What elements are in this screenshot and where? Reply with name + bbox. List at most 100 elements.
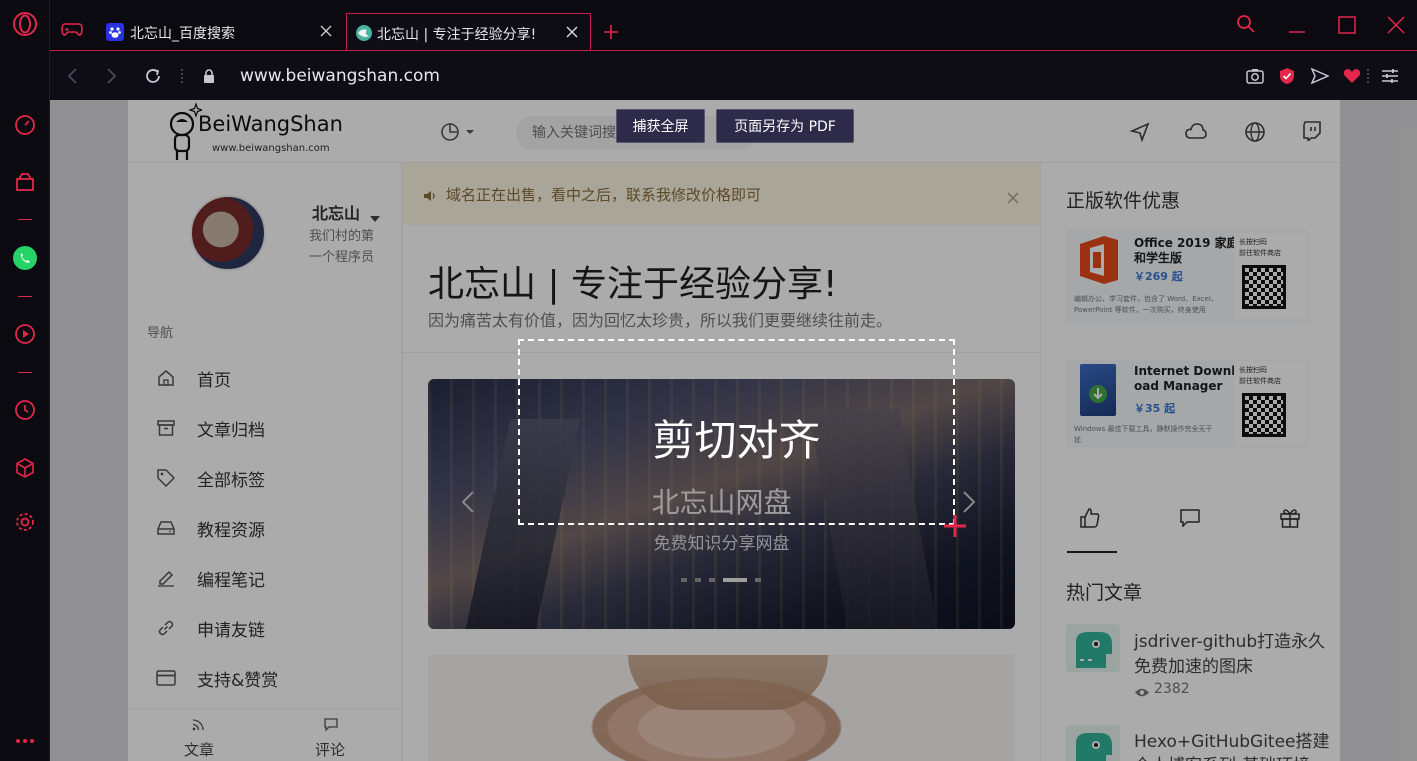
software-ad-office[interactable]: Office 2019 家庭 和学生版 ￥269 起 编辑办公、学习套件，包含了… (1066, 230, 1308, 323)
rss-icon (192, 716, 206, 731)
banner-next-chevron-icon[interactable] (963, 491, 977, 515)
web-page: BeiWangShan www.beiwangshan.com 捕获全屏 页面另… (50, 100, 1417, 761)
tab-search-icon[interactable] (1236, 14, 1258, 36)
ad-price: ￥35 起 (1134, 402, 1176, 415)
vpn-shield-icon[interactable] (1276, 65, 1298, 87)
nav-item-home[interactable]: 首页 (155, 363, 231, 393)
nav-item-resources[interactable]: 教程资源 (155, 513, 265, 543)
software-ad-idm[interactable]: Internet Downl- oad Manager ￥35 起 Window… (1066, 360, 1308, 447)
tab-baidu-search[interactable]: 北忘山_百度搜索 (96, 13, 344, 51)
tab-beiwangshan[interactable]: 北忘山 | 专注于经验分享! (346, 13, 591, 51)
gift-icon[interactable] (1280, 508, 1300, 528)
pencil-icon (155, 567, 177, 589)
software-heading: 正版软件优惠 (1066, 190, 1181, 212)
maximize-icon[interactable] (1338, 16, 1358, 36)
site-favicon-icon (355, 24, 373, 42)
save-as-pdf-button-overlay[interactable]: 页面另存为 PDF (716, 109, 854, 143)
address-bar (50, 50, 1417, 100)
qr-label-line1: 长按扫码 (1239, 238, 1267, 246)
post-card[interactable] (428, 655, 1015, 761)
gx-gamepad-icon[interactable] (60, 20, 86, 42)
nav-item-label: 申请友链 (197, 620, 265, 641)
toolbar-divider (1367, 69, 1369, 83)
whatsapp-icon[interactable] (11, 244, 39, 272)
player-icon[interactable] (11, 320, 39, 348)
sidebar-separator (18, 296, 32, 297)
minimize-icon[interactable] (1288, 20, 1308, 36)
thumbs-up-icon[interactable] (1080, 508, 1100, 528)
archive-clock-dropdown-icon[interactable] (440, 122, 480, 144)
forward-icon[interactable] (100, 65, 122, 87)
extensions-cube-icon[interactable] (11, 454, 39, 482)
bottom-tab-comments[interactable]: 评论 (315, 739, 345, 760)
navigation-arrow-icon[interactable] (1129, 122, 1152, 144)
profile-name[interactable]: 北忘山 (312, 200, 360, 224)
tab-bar: 北忘山_百度搜索 北忘山 | 专注于经验分享! (50, 0, 1417, 52)
back-icon[interactable] (62, 65, 84, 87)
logo-text[interactable]: BeiWangShan (198, 112, 343, 136)
hot-article-title-line1[interactable]: Hexo+GitHubGitee搭建 (1134, 727, 1330, 752)
tab-close-icon[interactable] (564, 24, 580, 40)
comment-bubble-icon[interactable] (1180, 509, 1200, 529)
nav-item-donate[interactable]: 支持&赞赏 (155, 663, 278, 693)
heart-icon[interactable] (1341, 65, 1363, 87)
more-dots-icon[interactable] (11, 727, 39, 755)
new-tab-plus-icon[interactable] (602, 23, 620, 41)
profile-dropdown-caret-icon[interactable] (370, 207, 380, 222)
ad-qr-panel: 长按扫码 前往软件商店 (1234, 233, 1306, 319)
site-subtitle: 因为痛苦太有价值，因为回忆太珍贵，所以我们更要继续往前走。 (428, 311, 893, 330)
nav-item-archive[interactable]: 文章归档 (155, 413, 265, 443)
capture-full-screen-button-overlay[interactable]: 捕获全屏 (616, 109, 705, 143)
reload-icon[interactable] (142, 65, 164, 87)
site-title: 北忘山 | 专注于经验分享! (428, 264, 838, 305)
sidebar-separator (18, 372, 32, 373)
banner-pagination-dots[interactable] (681, 578, 765, 583)
ad-name-line2: oad Manager (1134, 379, 1223, 393)
ad-desc-line1: Windows 最佳下载工具，静默操作完全无干 (1074, 425, 1213, 433)
idm-box-icon (1080, 364, 1116, 416)
close-window-icon[interactable] (1387, 16, 1407, 36)
send-share-icon[interactable] (1309, 65, 1331, 87)
hot-article-thumbnail[interactable] (1066, 725, 1120, 761)
ad-qr-panel: 长按扫码 前往软件商店 (1234, 361, 1306, 445)
opera-logo-icon[interactable] (11, 10, 39, 38)
divider (128, 708, 401, 709)
globe-icon[interactable] (1244, 121, 1266, 143)
profile-desc-line2: 一个程序员 (309, 250, 375, 265)
settings-gear-icon[interactable] (11, 508, 39, 536)
tag-icon (155, 467, 177, 489)
nav-item-friend-links[interactable]: 申请友链 (155, 613, 265, 643)
logo-astronaut-icon[interactable] (162, 102, 204, 164)
profile-desc-line1: 我们村的第 (309, 229, 375, 244)
hot-article-title-line2[interactable]: 免费加速的图床 (1134, 652, 1253, 677)
shop-icon[interactable] (11, 168, 39, 196)
crosshair-plus-icon[interactable] (943, 514, 967, 538)
hot-article-title-line2[interactable]: 个人博客系列-基础环境 (1134, 751, 1310, 761)
url-input[interactable] (240, 63, 740, 89)
office-logo-icon (1076, 234, 1122, 286)
history-icon[interactable] (11, 396, 39, 424)
ad-desc-line2: 扰 (1074, 436, 1081, 444)
nav-item-label: 支持&赞赏 (197, 670, 279, 691)
qr-label-line1: 长按扫码 (1239, 366, 1267, 374)
lock-icon[interactable] (198, 65, 220, 87)
nav-heading: 导航 (147, 326, 174, 341)
hot-article-title-line1[interactable]: jsdriver-github打造永久 (1134, 627, 1325, 652)
bottom-tab-articles[interactable]: 文章 (184, 739, 214, 760)
twitch-icon[interactable] (1302, 121, 1324, 143)
ad-price: ￥269 起 (1134, 270, 1183, 283)
cloud-icon[interactable] (1185, 122, 1209, 144)
speed-dial-icon[interactable] (11, 111, 39, 139)
nav-item-notes[interactable]: 编程笔记 (155, 563, 265, 593)
banner-prev-chevron-icon[interactable] (461, 491, 476, 515)
nav-item-label: 文章归档 (197, 420, 265, 441)
snapshot-camera-icon[interactable] (1244, 65, 1266, 87)
nav-item-tags[interactable]: 全部标签 (155, 463, 265, 493)
avatar[interactable] (190, 195, 266, 271)
notice-close-icon[interactable] (1007, 189, 1019, 204)
easy-setup-sliders-icon[interactable] (1379, 65, 1401, 87)
hot-article-thumbnail[interactable] (1066, 624, 1120, 672)
column-divider (1040, 163, 1041, 761)
snip-selection-box[interactable]: 剪切对齐 (518, 339, 955, 525)
tab-close-icon[interactable] (318, 23, 334, 39)
